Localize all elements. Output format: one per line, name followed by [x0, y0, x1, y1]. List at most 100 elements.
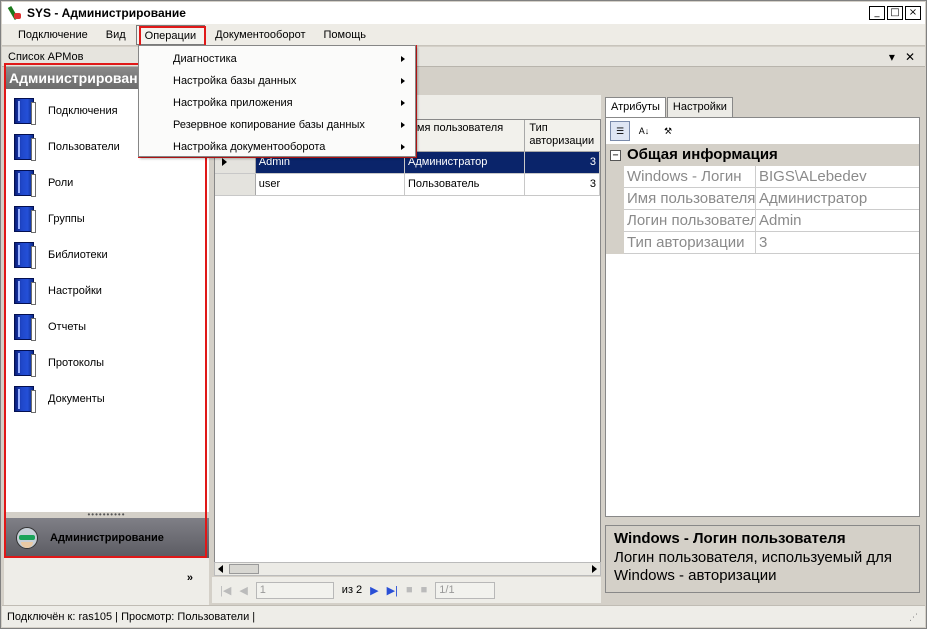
menu-connection[interactable]: Подключение	[10, 25, 96, 45]
app-logo-icon	[6, 5, 22, 21]
grid-pager: |◀ ◀ 1 из 2 ▶ ▶| ■ ■ 1/1	[212, 577, 601, 603]
book-icon	[14, 386, 36, 413]
submenu-arrow-icon	[401, 56, 405, 62]
main-window: SYS - Администрирование _ □ × Подключени…	[0, 0, 927, 629]
property-key: Имя пользователя	[624, 188, 756, 210]
cell-name[interactable]: Администратор	[405, 152, 526, 173]
scroll-thumb[interactable]	[229, 564, 259, 574]
prev-page-icon[interactable]: ◀	[239, 584, 247, 597]
nav-item-label: Отчеты	[48, 321, 87, 333]
property-value[interactable]: 3	[756, 232, 919, 254]
nav-item-settings[interactable]: Настройки	[4, 273, 209, 309]
nav-item-roles[interactable]: Роли	[4, 165, 209, 201]
table-row[interactable]: user Пользователь 3	[215, 174, 600, 196]
tab-settings[interactable]: Настройки	[666, 97, 733, 117]
admin-section-label: Администрирование	[50, 532, 164, 544]
tab-attributes[interactable]: Атрибуты	[605, 97, 666, 118]
menu-operations[interactable]: Операции	[135, 24, 206, 45]
admin-avatar-icon	[16, 527, 38, 549]
users-grid: Имя пользователя Тип авторизации Admin А…	[214, 119, 601, 565]
next-page-icon[interactable]: ▶	[370, 584, 378, 597]
admin-section-button[interactable]: Администрирование	[4, 518, 209, 558]
menu-item-label: Настройка приложения	[173, 97, 293, 109]
delete-record-icon[interactable]: ■	[421, 584, 428, 596]
pane-close-icon[interactable]: ✕	[905, 50, 915, 64]
book-icon	[14, 278, 36, 305]
collapse-icon[interactable]: −	[610, 149, 621, 161]
nav-item-reports[interactable]: Отчеты	[4, 309, 209, 345]
property-grid: ☰ A↓ ⚒ − Общая информация Windows - Логи…	[605, 117, 920, 517]
menu-view[interactable]: Вид	[98, 25, 134, 45]
description-title: Windows - Логин пользователя	[614, 530, 846, 547]
cell-name[interactable]: Пользователь	[405, 174, 526, 195]
property-value[interactable]: BIGS\ALebedev	[756, 166, 919, 188]
grid-header-name[interactable]: Имя пользователя	[405, 120, 526, 151]
categorized-view-icon[interactable]: ☰	[610, 121, 630, 141]
menu-item-db-settings[interactable]: Настройка базы данных	[139, 70, 415, 92]
scroll-right-icon[interactable]	[592, 565, 597, 573]
alphabetical-sort-icon[interactable]: A↓	[634, 121, 654, 141]
window-controls: _ □ ×	[869, 6, 921, 20]
cell-auth[interactable]: 3	[525, 152, 600, 173]
property-key: Тип авторизации	[624, 232, 756, 254]
first-page-icon[interactable]: |◀	[220, 584, 231, 597]
book-icon	[14, 242, 36, 269]
nav-item-label: Библиотеки	[48, 249, 108, 261]
status-bar: Подключён к: ras105 | Просмотр: Пользова…	[2, 605, 925, 627]
menu-item-docflow-settings[interactable]: Настройка документооборота	[139, 136, 415, 158]
properties-tabs: Атрибуты Настройки	[605, 97, 734, 118]
record-position-input[interactable]: 1/1	[435, 581, 496, 599]
property-value[interactable]: Admin	[756, 210, 919, 232]
nav-item-documents[interactable]: Документы	[4, 381, 209, 417]
page-count-label: из 2	[341, 584, 363, 596]
property-row[interactable]: Тип авторизации 3	[606, 232, 919, 254]
grid-header-auth[interactable]: Тип авторизации	[525, 120, 600, 151]
menu-item-label: Диагностика	[173, 53, 237, 65]
property-row[interactable]: Имя пользователя Администратор	[606, 188, 919, 210]
property-row[interactable]: Логин пользователя Admin	[606, 210, 919, 232]
nav-item-libraries[interactable]: Библиотеки	[4, 237, 209, 273]
maximize-button[interactable]: □	[887, 6, 903, 20]
nav-item-label: Настройки	[48, 285, 102, 297]
page-number-input[interactable]: 1	[255, 581, 334, 599]
nav-item-label: Роли	[48, 177, 74, 189]
menu-bar: Подключение Вид Операции Документооборот…	[2, 24, 925, 46]
resize-grip-icon[interactable]: ⋰	[909, 612, 921, 624]
property-value[interactable]: Администратор	[756, 188, 919, 210]
cell-auth[interactable]: 3	[525, 174, 600, 195]
pane-dropdown-icon[interactable]: ▾	[889, 50, 895, 64]
menu-item-app-settings[interactable]: Настройка приложения	[139, 92, 415, 114]
nav-item-groups[interactable]: Группы	[4, 201, 209, 237]
menu-help[interactable]: Помощь	[315, 25, 374, 45]
more-sections-icon[interactable]: »	[187, 572, 193, 584]
property-category[interactable]: − Общая информация	[606, 144, 919, 166]
minimize-button[interactable]: _	[869, 6, 885, 20]
property-description: Windows - Логин пользователя Логин польз…	[605, 525, 920, 593]
book-icon	[14, 314, 36, 341]
property-row[interactable]: Windows - Логин BIGS\ALebedev	[606, 166, 919, 188]
close-button[interactable]: ×	[905, 6, 921, 20]
grid-horizontal-scrollbar[interactable]	[214, 562, 601, 576]
description-text: Логин пользователя, используемый для Win…	[614, 549, 893, 584]
status-text: Подключён к: ras105 | Просмотр: Пользова…	[7, 610, 256, 623]
menu-item-diagnostics[interactable]: Диагностика	[139, 48, 415, 70]
menu-item-label: Резервное копирование базы данных	[173, 119, 365, 131]
properties-panel: Атрибуты Настройки ☰ A↓ ⚒ − Общая информ…	[605, 97, 922, 595]
property-key: Логин пользователя	[624, 210, 756, 232]
nav-item-label: Подключения	[48, 105, 118, 117]
cell-login[interactable]: user	[256, 174, 405, 195]
property-toolbar: ☰ A↓ ⚒	[606, 118, 919, 144]
nav-item-label: Пользователи	[48, 141, 120, 153]
add-record-icon[interactable]: ■	[406, 584, 413, 596]
row-selector[interactable]	[215, 174, 256, 195]
property-pages-icon[interactable]: ⚒	[658, 121, 678, 141]
nav-item-label: Группы	[48, 213, 85, 225]
last-page-icon[interactable]: ▶|	[387, 584, 398, 597]
pane-controls: ▾ ✕	[889, 50, 915, 64]
menu-docflow[interactable]: Документооборот	[207, 25, 313, 45]
scroll-left-icon[interactable]	[218, 565, 223, 573]
book-icon	[14, 206, 36, 233]
nav-item-protocols[interactable]: Протоколы	[4, 345, 209, 381]
menu-item-db-backup[interactable]: Резервное копирование базы данных	[139, 114, 415, 136]
window-title: SYS - Администрирование	[27, 6, 186, 20]
